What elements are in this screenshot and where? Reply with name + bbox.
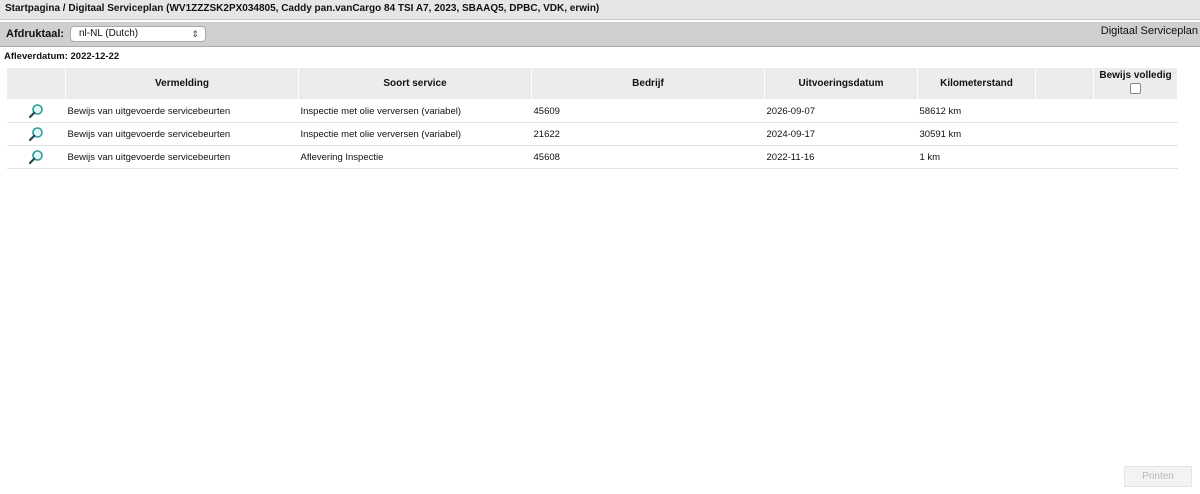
magnifier-icon[interactable] <box>28 149 44 165</box>
column-header-action <box>6 67 66 100</box>
service-table: Vermelding Soort service Bedrijf Uitvoer… <box>6 67 1178 169</box>
row-action-cell <box>6 99 66 123</box>
cell-blank <box>1035 99 1094 123</box>
cell-bedrijf: 21622 <box>531 122 765 146</box>
column-header-bewijs-volledig: Bewijs volledig <box>1093 67 1178 100</box>
cell-blank <box>1035 122 1094 146</box>
cell-bedrijf: 45608 <box>531 145 765 169</box>
cell-soort-service: Inspectie met olie verversen (variabel) <box>298 122 532 146</box>
table-row: Bewijs van uitgevoerde servicebeurten Afl… <box>6 145 1178 169</box>
select-all-checkbox[interactable] <box>1130 83 1141 94</box>
cell-vermelding: Bewijs van uitgevoerde servicebeurten <box>65 122 299 146</box>
delivery-date: Afleverdatum: 2022-12-22 <box>4 51 120 62</box>
cell-uitvoeringsdatum: 2026-09-07 <box>764 99 918 123</box>
column-header-uitvoeringsdatum: Uitvoeringsdatum <box>764 67 918 100</box>
cell-bewijs-volledig <box>1093 122 1178 146</box>
cell-blank <box>1035 145 1094 169</box>
cell-kilometerstand: 1 km <box>917 145 1036 169</box>
print-language-value: nl-NL (Dutch) <box>79 28 139 39</box>
toolbar: Afdruktaal: nl-NL (Dutch) ⇕ Digitaal Ser… <box>0 22 1200 47</box>
cell-soort-service: Aflevering Inspectie <box>298 145 532 169</box>
table-row: Bewijs van uitgevoerde servicebeurten Ins… <box>6 122 1178 146</box>
row-action-cell <box>6 122 66 146</box>
print-language-label: Afdruktaal: <box>6 28 65 40</box>
row-action-cell <box>6 145 66 169</box>
magnifier-icon[interactable] <box>28 103 44 119</box>
cell-bedrijf: 45609 <box>531 99 765 123</box>
cell-bewijs-volledig <box>1093 99 1178 123</box>
print-button[interactable]: Printen <box>1124 466 1192 487</box>
cell-kilometerstand: 58612 km <box>917 99 1036 123</box>
column-header-bedrijf: Bedrijf <box>531 67 765 100</box>
cell-bewijs-volledig <box>1093 145 1178 169</box>
magnifier-icon[interactable] <box>28 126 44 142</box>
cell-uitvoeringsdatum: 2022-11-16 <box>764 145 918 169</box>
table-header-row: Vermelding Soort service Bedrijf Uitvoer… <box>6 67 1178 100</box>
page-title: Digitaal Serviceplan <box>1100 25 1198 37</box>
table-row: Bewijs van uitgevoerde servicebeurten Ins… <box>6 99 1178 123</box>
cell-vermelding: Bewijs van uitgevoerde servicebeurten <box>65 99 299 123</box>
breadcrumb: Startpagina / Digitaal Serviceplan (WV1Z… <box>0 0 1200 20</box>
chevron-updown-icon: ⇕ <box>191 29 199 39</box>
bewijs-volledig-label: Bewijs volledig <box>1099 70 1172 81</box>
column-header-blank <box>1035 67 1094 100</box>
cell-kilometerstand: 30591 km <box>917 122 1036 146</box>
cell-uitvoeringsdatum: 2024-09-17 <box>764 122 918 146</box>
print-language-select[interactable]: nl-NL (Dutch) ⇕ <box>70 26 206 42</box>
column-header-kilometerstand: Kilometerstand <box>917 67 1036 100</box>
cell-vermelding: Bewijs van uitgevoerde servicebeurten <box>65 145 299 169</box>
column-header-soort-service: Soort service <box>298 67 532 100</box>
column-header-vermelding: Vermelding <box>65 67 299 100</box>
cell-soort-service: Inspectie met olie verversen (variabel) <box>298 99 532 123</box>
